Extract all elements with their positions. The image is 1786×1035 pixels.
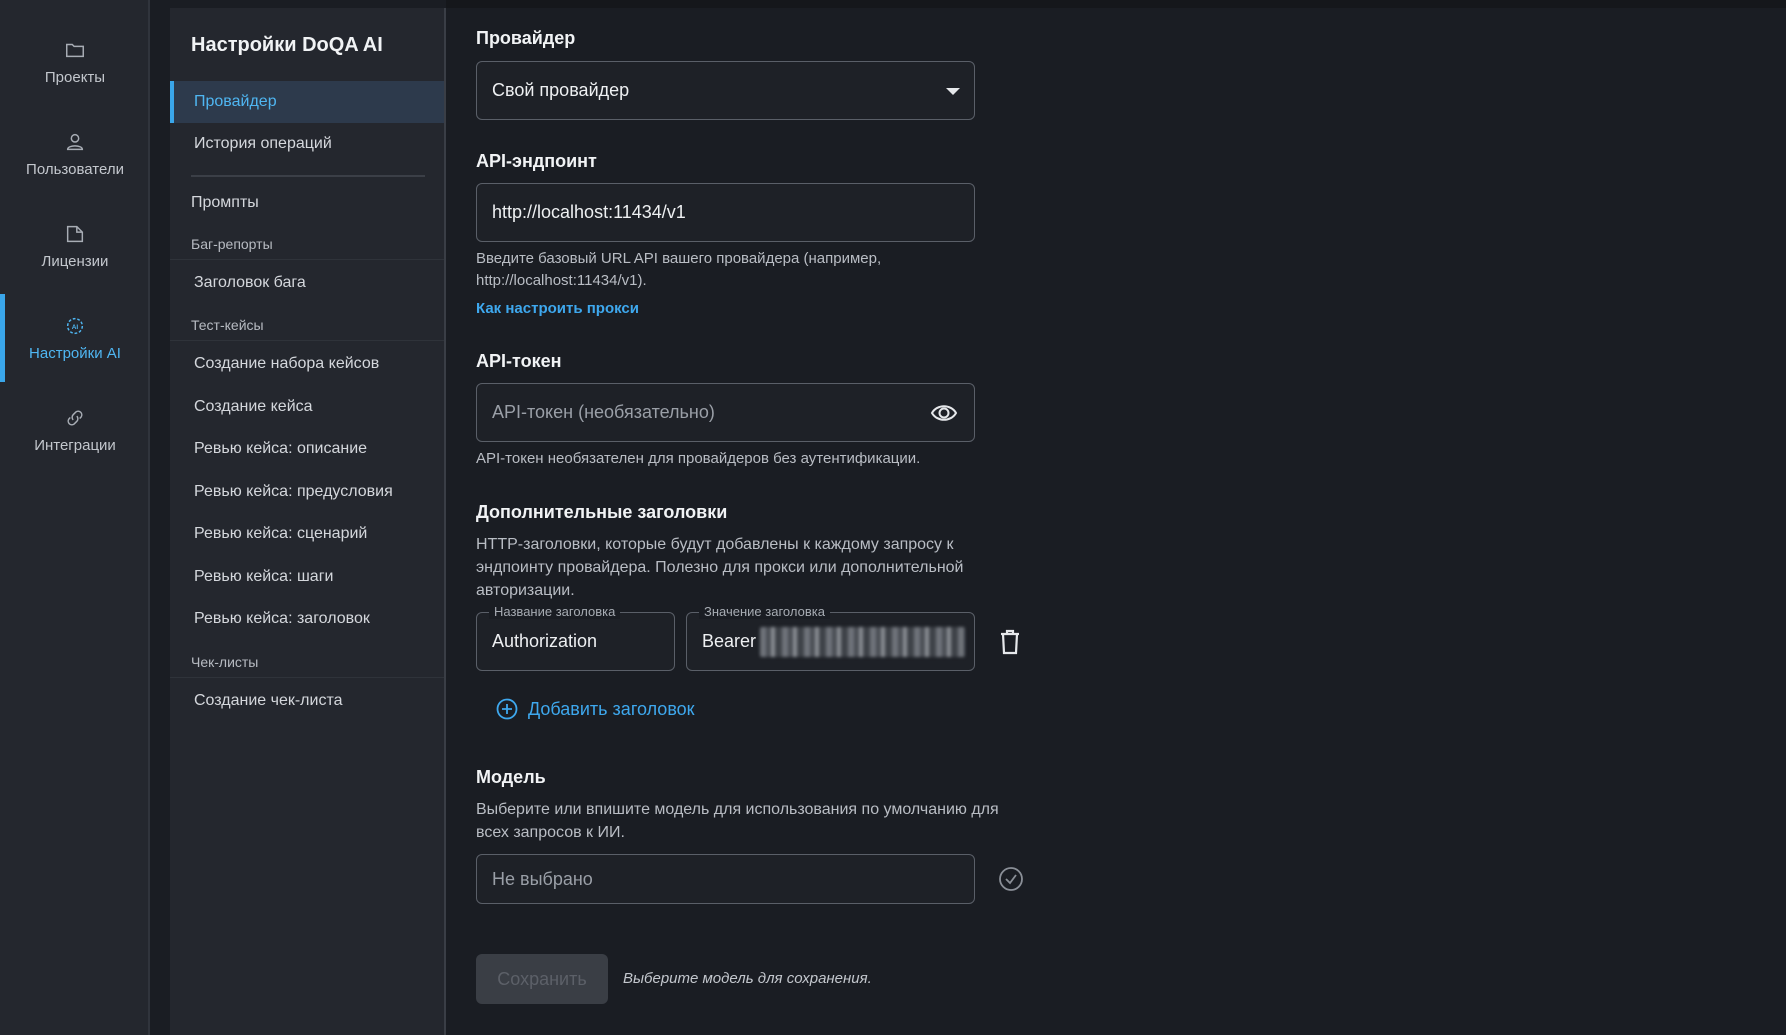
menu-item-review-pre[interactable]: Ревью кейса: предусловия xyxy=(170,471,444,513)
token-placeholder: API-токен (необязательно) xyxy=(492,402,715,422)
save-button[interactable]: Сохранить xyxy=(476,954,608,1004)
endpoint-label: API-эндпоинт xyxy=(476,151,597,171)
menu-group-testcases: Тест-кейсы xyxy=(191,317,264,333)
endpoint-value: http://localhost:11434/v1 xyxy=(492,202,686,222)
chevron-down-icon xyxy=(946,88,960,95)
model-placeholder: Не выбрано xyxy=(492,868,593,889)
rail-item-label: Пользователи xyxy=(26,160,124,178)
license-icon xyxy=(66,225,84,242)
endpoint-help-line: Введите базовый URL API вашего провайдер… xyxy=(476,250,882,267)
headers-help-line: эндпоинту провайдера. Полезно для прокси… xyxy=(476,559,964,576)
model-help-line: Выберите или впишите модель для использо… xyxy=(476,801,999,818)
provider-form: Провайдер Свой провайдер API-эндпоинт ht… xyxy=(476,0,1786,1035)
menu-item-history[interactable]: История операций xyxy=(170,123,444,165)
provider-value: Свой провайдер xyxy=(492,80,630,100)
header-value-legend: Значение заголовка xyxy=(699,604,830,619)
header-value-field[interactable]: Значение заголовка Bearer xyxy=(686,604,975,671)
menu-item-provider[interactable]: Провайдер xyxy=(170,81,444,123)
user-icon xyxy=(66,133,84,150)
check-circle-icon[interactable] xyxy=(998,866,1024,892)
folder-icon xyxy=(66,43,84,57)
rail-item-integrations[interactable]: Интеграции xyxy=(0,386,150,474)
rail-item-label: Интеграции xyxy=(34,436,116,454)
add-header-button[interactable]: Добавить заголовок xyxy=(496,698,695,720)
menu-item-case-set[interactable]: Создание набора кейсов xyxy=(170,343,444,385)
menu-item-bug-title[interactable]: Заголовок бага xyxy=(170,262,444,304)
proxy-help-link[interactable]: Как настроить прокси xyxy=(476,300,639,317)
endpoint-help-line: http://localhost:11434/v1). xyxy=(476,272,647,289)
model-select[interactable]: Не выбрано xyxy=(476,854,975,904)
eye-icon[interactable] xyxy=(930,400,958,426)
provider-select[interactable]: Свой провайдер xyxy=(476,61,975,120)
icon-rail: Проекты Пользователи Лицензии AI Настрой… xyxy=(0,0,150,1035)
provider-label: Провайдер xyxy=(476,28,576,48)
rail-item-projects[interactable]: Проекты xyxy=(0,18,150,106)
plus-circle-icon xyxy=(496,698,518,720)
token-input[interactable]: API-токен (необязательно) xyxy=(476,383,975,442)
rail-item-ai-settings[interactable]: AI Настройки AI xyxy=(0,294,150,382)
menu-group-checklists: Чек-листы xyxy=(191,654,259,670)
trash-icon[interactable] xyxy=(999,629,1021,655)
menu-group-bugs: Баг-репорты xyxy=(191,236,273,252)
token-help: API-токен необязателен для провайдеров б… xyxy=(476,450,921,467)
svg-text:AI: AI xyxy=(72,323,79,330)
settings-menu: Настройки DoQA AI Провайдер История опер… xyxy=(170,8,446,1035)
rail-item-licenses[interactable]: Лицензии xyxy=(0,202,150,290)
ai-icon: AI xyxy=(66,317,84,334)
divider-gap xyxy=(152,0,170,1035)
header-value-prefix: Bearer xyxy=(702,631,757,651)
headers-help-line: HTTP-заголовки, которые будут добавлены … xyxy=(476,536,954,553)
settings-title: Настройки DoQA AI xyxy=(191,34,383,56)
menu-item-review-title[interactable]: Ревью кейса: заголовок xyxy=(170,598,444,640)
rail-item-label: Лицензии xyxy=(41,252,109,270)
link-icon xyxy=(67,410,83,425)
token-label: API-токен xyxy=(476,351,562,371)
menu-item-case-create[interactable]: Создание кейса xyxy=(170,386,444,428)
headers-help-line: авторизации. xyxy=(476,582,575,599)
headers-help: HTTP-заголовки, которые будут добавлены … xyxy=(476,533,963,602)
add-header-label: Добавить заголовок xyxy=(528,698,695,719)
model-help: Выберите или впишите модель для использо… xyxy=(476,798,999,844)
menu-item-checklist-create[interactable]: Создание чек-листа xyxy=(170,680,444,722)
header-name-field[interactable]: Название заголовка Authorization xyxy=(476,604,675,671)
redacted-token xyxy=(760,626,966,657)
save-hint: Выберите модель для сохранения. xyxy=(623,970,872,987)
group-divider xyxy=(170,340,444,341)
model-help-line: всех запросов к ИИ. xyxy=(476,824,625,841)
headers-label: Дополнительные заголовки xyxy=(476,502,728,522)
group-divider xyxy=(170,259,444,260)
group-divider xyxy=(170,677,444,678)
model-label: Модель xyxy=(476,767,546,787)
header-name-value: Authorization xyxy=(492,631,598,651)
endpoint-help: Введите базовый URL API вашего провайдер… xyxy=(476,248,881,292)
rail-item-users[interactable]: Пользователи xyxy=(0,110,150,198)
rail-item-label: Настройки AI xyxy=(29,344,121,362)
menu-item-review-steps[interactable]: Ревью кейса: шаги xyxy=(170,556,444,598)
menu-item-review-desc[interactable]: Ревью кейса: описание xyxy=(170,428,444,470)
menu-divider xyxy=(191,175,425,177)
endpoint-input[interactable]: http://localhost:11434/v1 xyxy=(476,183,975,242)
menu-item-prompts[interactable]: Промпты xyxy=(170,182,444,224)
menu-item-review-scen[interactable]: Ревью кейса: сценарий xyxy=(170,513,444,555)
rail-item-label: Проекты xyxy=(44,68,106,86)
header-name-legend: Название заголовка xyxy=(489,604,621,619)
